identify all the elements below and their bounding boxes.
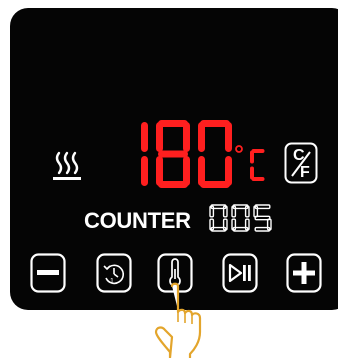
- temperature-digit-0: [141, 122, 148, 186]
- celsius-unit: [235, 145, 265, 181]
- temperature-digit-1: [156, 120, 190, 188]
- plus-icon: [293, 262, 315, 284]
- temperature-display: [141, 120, 232, 188]
- unit-letter: [250, 149, 265, 181]
- unit-letter-segment-f: [250, 150, 254, 164]
- cf-f-letter: F: [300, 164, 310, 181]
- temperature-digit-1-segment-f: [156, 122, 163, 152]
- celsius-fahrenheit-toggle-button[interactable]: C F: [284, 142, 318, 184]
- minus-icon: [37, 270, 59, 275]
- counter-digit-0: [209, 204, 228, 232]
- temperature-digit-2-segment-e: [198, 156, 205, 186]
- unit-letter-segment-e: [250, 166, 254, 180]
- counter-digit-2: [253, 204, 272, 232]
- play-pause-button[interactable]: [222, 253, 258, 293]
- svg-text:1: 1: [110, 278, 114, 285]
- steam-warming-icon: [53, 151, 81, 180]
- counter-label: COUNTER: [84, 208, 191, 233]
- decrease-button[interactable]: [30, 253, 66, 293]
- temperature-digit-2-segment-b: [225, 122, 232, 152]
- temperature-digit-1-segment-b: [183, 122, 190, 152]
- counter-value: [209, 204, 272, 232]
- temperature-digit-2: [198, 120, 232, 188]
- temperature-digit-1-segment-g: [158, 150, 188, 158]
- timer-button[interactable]: 1: [96, 253, 132, 293]
- temperature-digit-0-segment-b: [141, 122, 148, 152]
- temperature-digit-0-segment-c: [141, 156, 148, 186]
- timer-icon: 1: [103, 264, 125, 285]
- counter-digit-1: [231, 204, 250, 232]
- pointing-hand-icon: [154, 282, 202, 358]
- increase-button[interactable]: [286, 253, 322, 293]
- temperature-digit-1-segment-e: [156, 156, 163, 186]
- play-pause-icon: [228, 263, 251, 283]
- temperature-digit-2-segment-f: [198, 122, 205, 152]
